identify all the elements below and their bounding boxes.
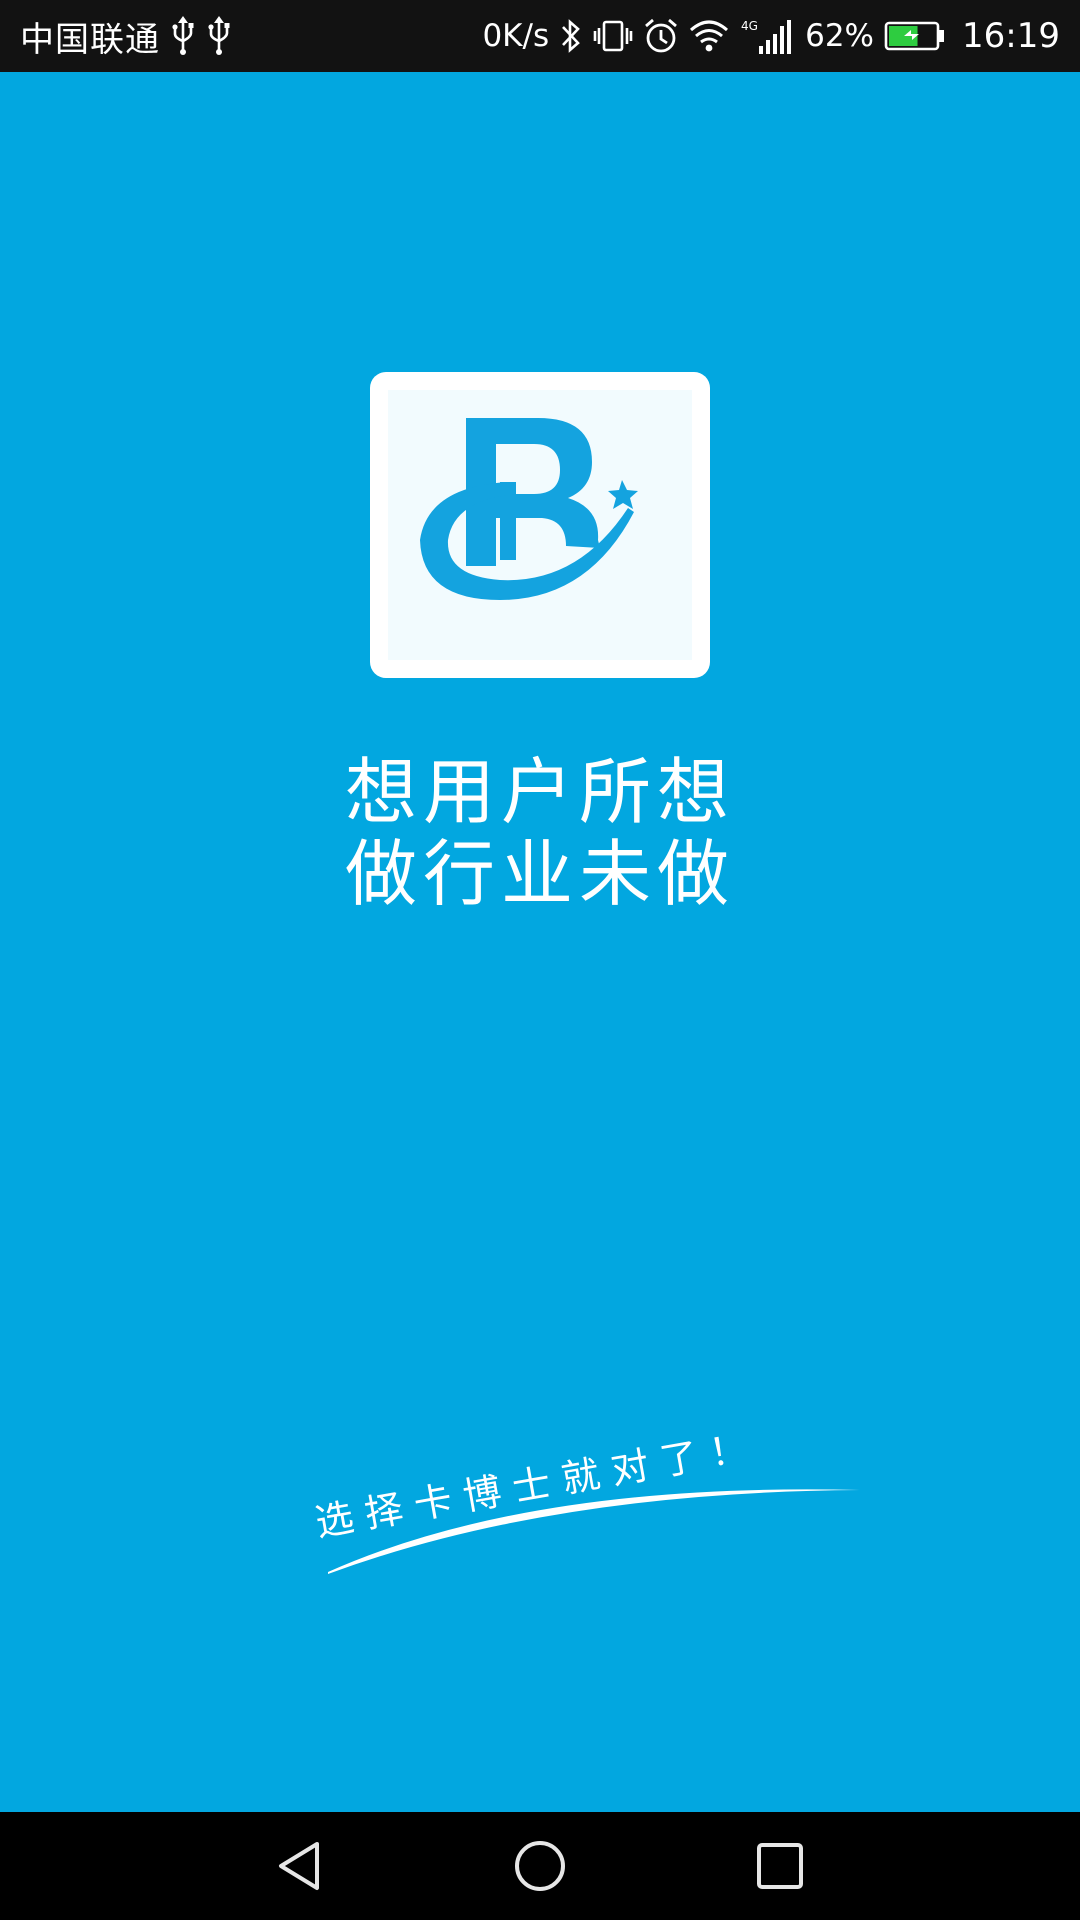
navigation-bar [0,1812,1080,1920]
battery-charging-icon [884,20,946,52]
app-logo [370,372,710,678]
app-logo-tile [388,390,692,660]
home-button[interactable] [508,1834,572,1898]
usb-icon [206,16,232,56]
carrier-name: 中国联通 [20,19,160,60]
usb-icon [170,16,196,56]
back-icon [279,1842,319,1890]
bluetooth-icon [559,17,583,55]
battery-percent: 62% [805,18,875,54]
status-bar: 中国联通 0K/s 4G 62% 16:19 [0,0,1080,72]
back-button[interactable] [268,1834,332,1898]
vibrate-icon [593,17,633,55]
signal-4g-icon: 4G [739,16,795,56]
status-bar-right: 0K/s 4G 62% 16:19 [482,0,1060,72]
alarm-icon [643,17,679,55]
home-icon [515,1841,565,1891]
recent-apps-icon [757,1843,803,1889]
status-bar-left: 中国联通 [20,0,232,72]
recent-apps-button[interactable] [748,1834,812,1898]
clock: 16:19 [962,16,1060,56]
brand-b-star-logo-icon [420,418,638,600]
slogan-line-2: 做行业未做 [344,832,735,916]
splash-screen: 想用户所想 做行业未做 选择卡博士就对了！ [0,72,1080,1812]
wifi-icon [689,18,729,54]
network-type-label: 4G [741,19,758,33]
slogan-line-1: 想用户所想 [344,750,735,834]
network-speed: 0K/s [482,18,550,54]
tagline: 选择卡博士就对了！ [310,1402,870,1652]
